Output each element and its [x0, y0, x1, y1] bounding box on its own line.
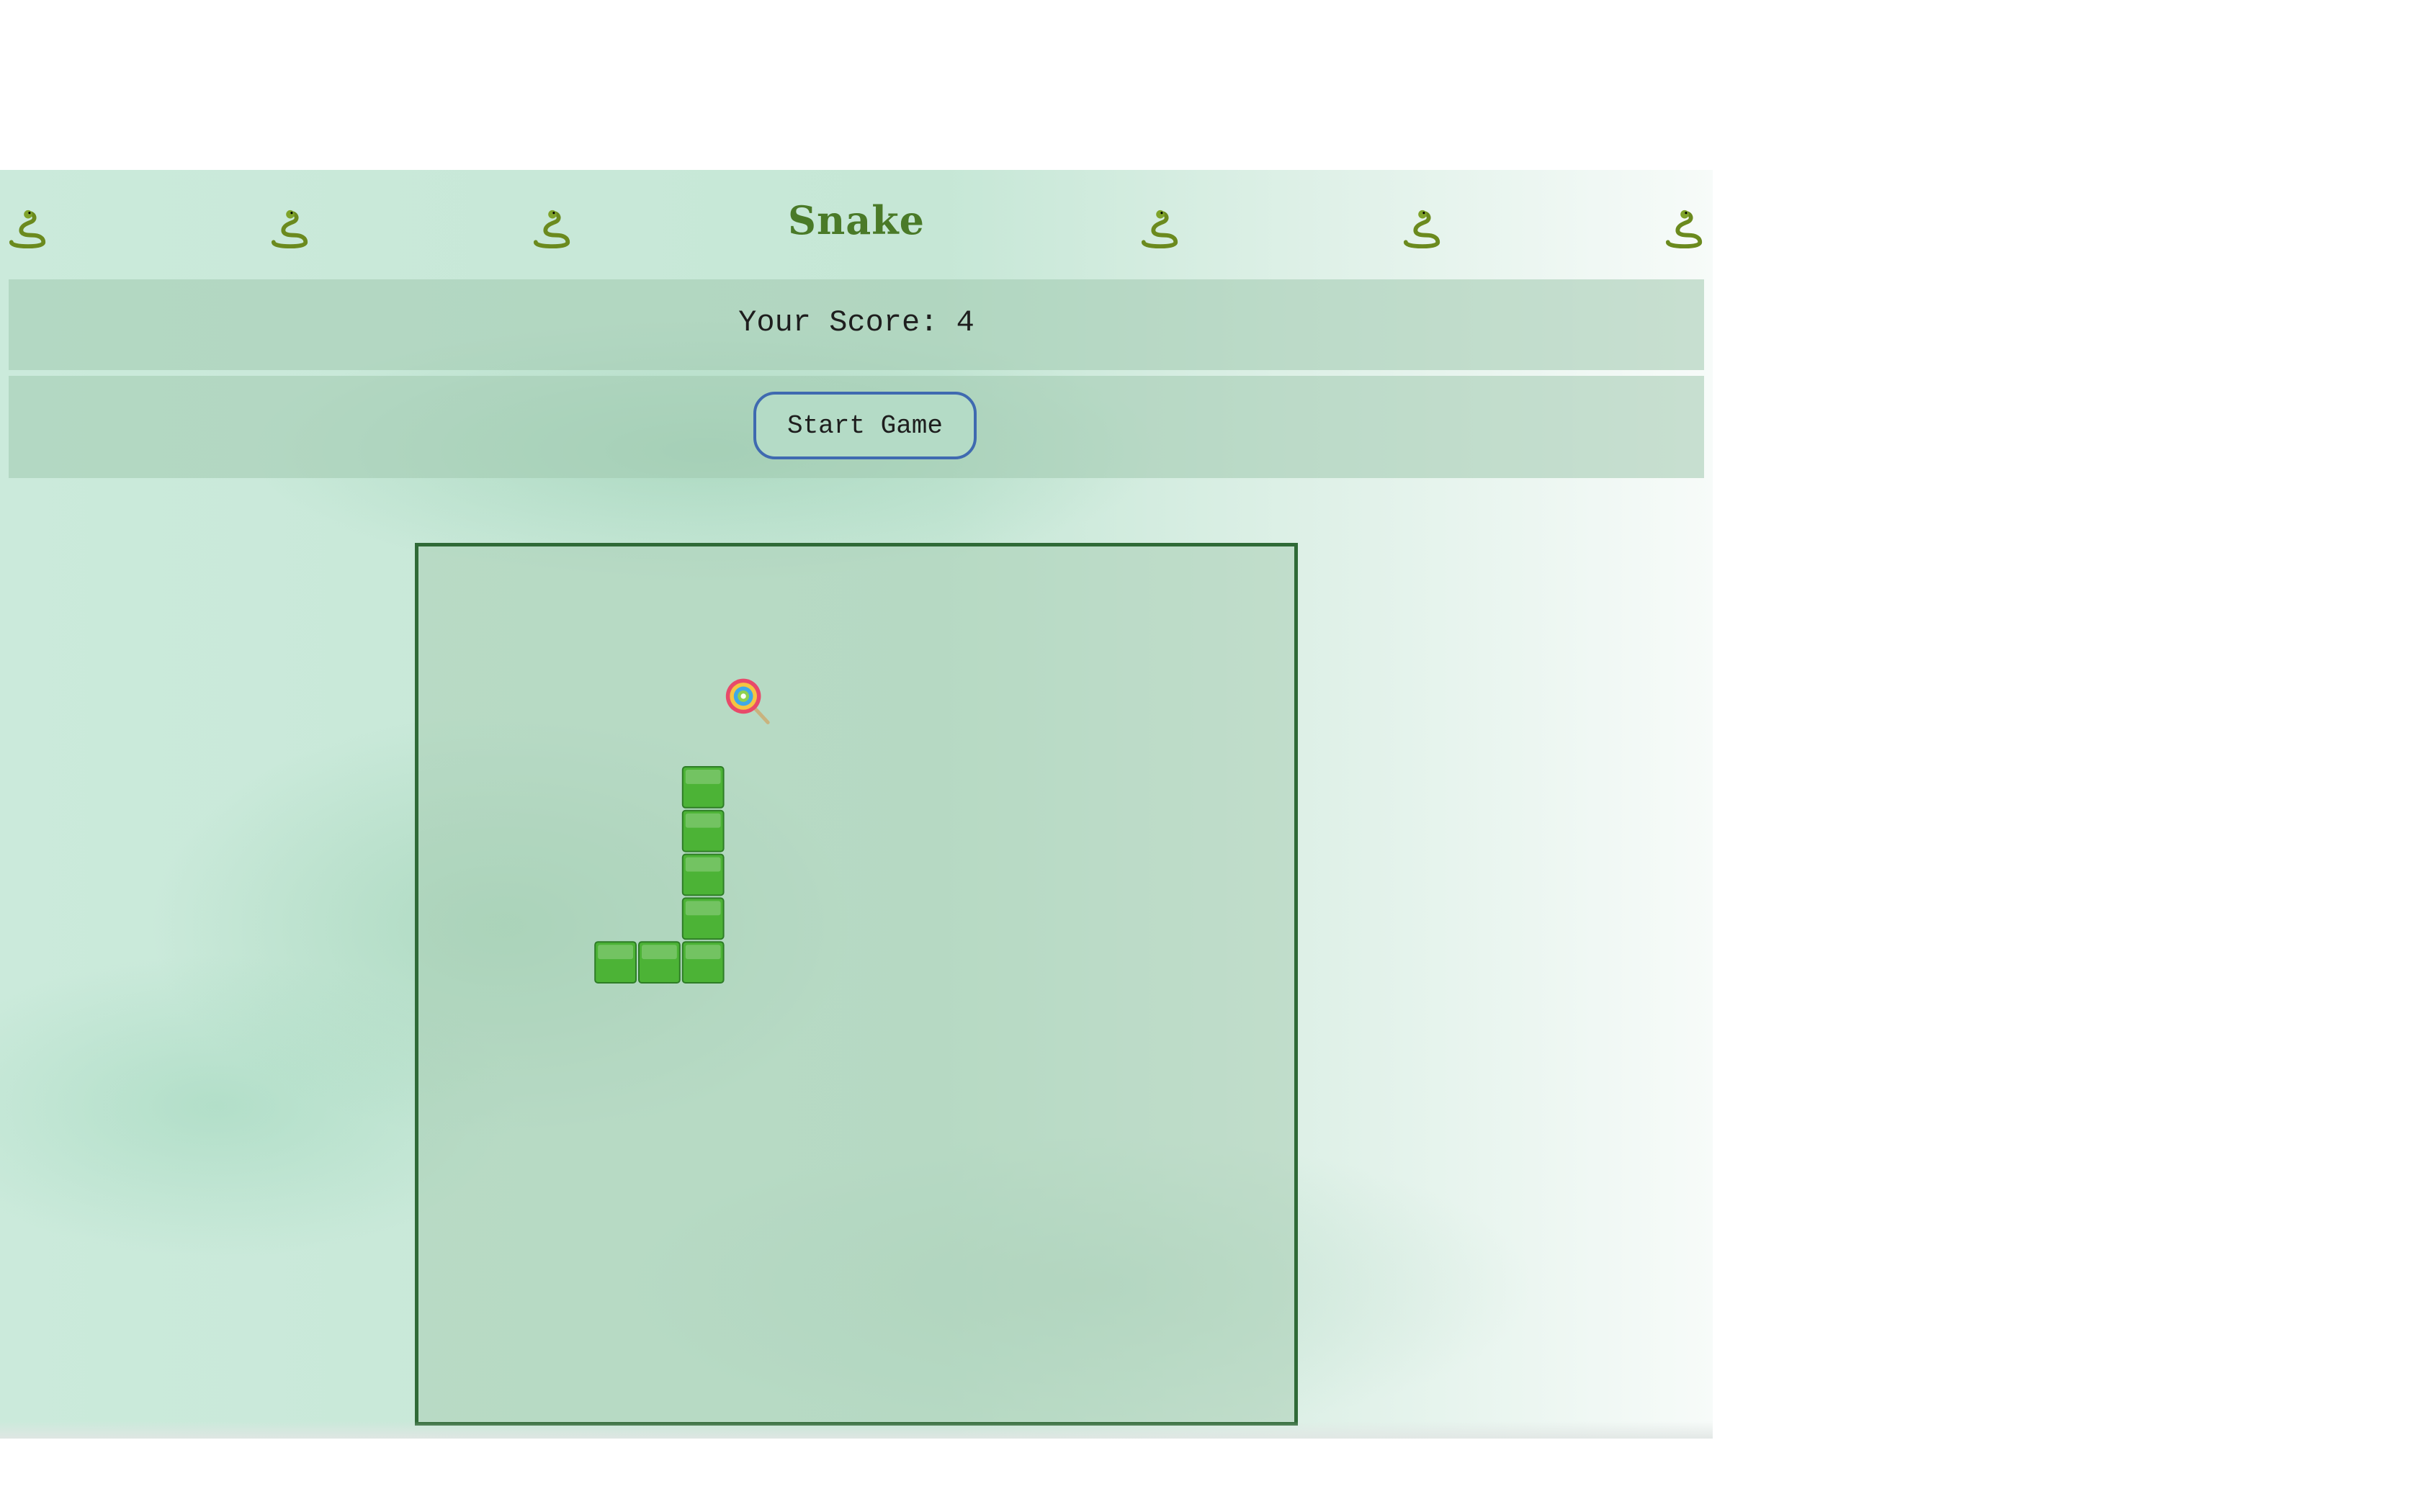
header: Snake [0, 170, 1713, 278]
game-page: Snake Your Score: 4 Start Game [0, 170, 1713, 1439]
page-title: Snake [787, 197, 926, 243]
snake-icon [1141, 210, 1178, 249]
snake-segment-highlight [685, 901, 721, 916]
snake-segment-highlight [642, 945, 677, 960]
snake-icon [1403, 210, 1440, 249]
snake-segment-highlight [685, 770, 721, 784]
snake-segment-highlight [598, 945, 633, 960]
game-board[interactable] [415, 543, 1298, 1426]
snake-segment-highlight [685, 813, 721, 828]
snake-icon [1665, 210, 1703, 249]
score-display: Your Score: 4 [738, 305, 974, 340]
start-game-button[interactable]: Start Game [753, 392, 977, 459]
lollipop-icon [725, 678, 770, 724]
snake-segment-highlight [685, 945, 721, 960]
snake-segment-highlight [685, 857, 721, 872]
control-panel: Start Game [9, 376, 1704, 478]
game-canvas[interactable] [418, 546, 1294, 1422]
score-panel: Your Score: 4 [9, 279, 1704, 370]
